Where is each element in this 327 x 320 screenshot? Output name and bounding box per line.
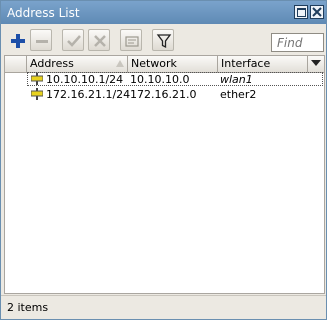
add-button[interactable] — [6, 29, 28, 51]
column-header-interface[interactable]: Interface — [218, 56, 308, 72]
address-cell: 172.16.21.1/24 — [46, 88, 131, 101]
address-list-window: Address List Find Address Network Interf… — [0, 0, 327, 320]
column-header-address[interactable]: Address — [27, 56, 128, 72]
status-bar: 2 items — [1, 295, 326, 320]
item-count: 2 items — [7, 301, 49, 314]
window-title: Address List — [7, 6, 80, 20]
table-row[interactable]: 172.16.21.1/24 172.16.21.0 ether2 — [5, 87, 324, 102]
filter-button[interactable] — [152, 29, 174, 51]
address-icon — [31, 73, 43, 85]
filter-icon — [156, 34, 172, 49]
plus-icon — [11, 34, 25, 48]
comment-icon — [125, 36, 139, 47]
header-spacer — [5, 56, 27, 72]
disable-button[interactable] — [88, 29, 110, 51]
check-icon — [67, 35, 81, 47]
remove-button[interactable] — [30, 29, 52, 51]
interface-cell: ether2 — [220, 88, 257, 101]
cross-icon — [94, 35, 106, 47]
interface-cell: wlan1 — [220, 73, 253, 86]
close-icon — [312, 7, 322, 17]
address-icon — [31, 88, 43, 100]
address-cell: 10.10.10.1/24 — [46, 73, 124, 86]
network-cell: 172.16.21.0 — [130, 88, 197, 101]
table-header: Address Network Interface — [5, 56, 324, 73]
column-menu-button[interactable] — [308, 56, 324, 72]
maximize-button[interactable] — [294, 5, 308, 19]
comment-button[interactable] — [120, 29, 142, 51]
chevron-down-icon — [311, 60, 321, 66]
close-button[interactable] — [310, 5, 324, 19]
enable-button[interactable] — [62, 29, 84, 51]
address-table: Address Network Interface 10.10.10.1/24 … — [4, 55, 325, 294]
title-bar[interactable]: Address List — [1, 1, 326, 24]
minus-icon — [36, 40, 48, 43]
network-cell: 10.10.10.0 — [130, 73, 190, 86]
column-header-network[interactable]: Network — [128, 56, 218, 72]
find-input[interactable] — [271, 33, 324, 52]
table-row[interactable]: 10.10.10.1/24 10.10.10.0 wlan1 — [5, 72, 324, 87]
sort-ascending-icon — [116, 60, 124, 67]
toolbar — [1, 25, 326, 55]
